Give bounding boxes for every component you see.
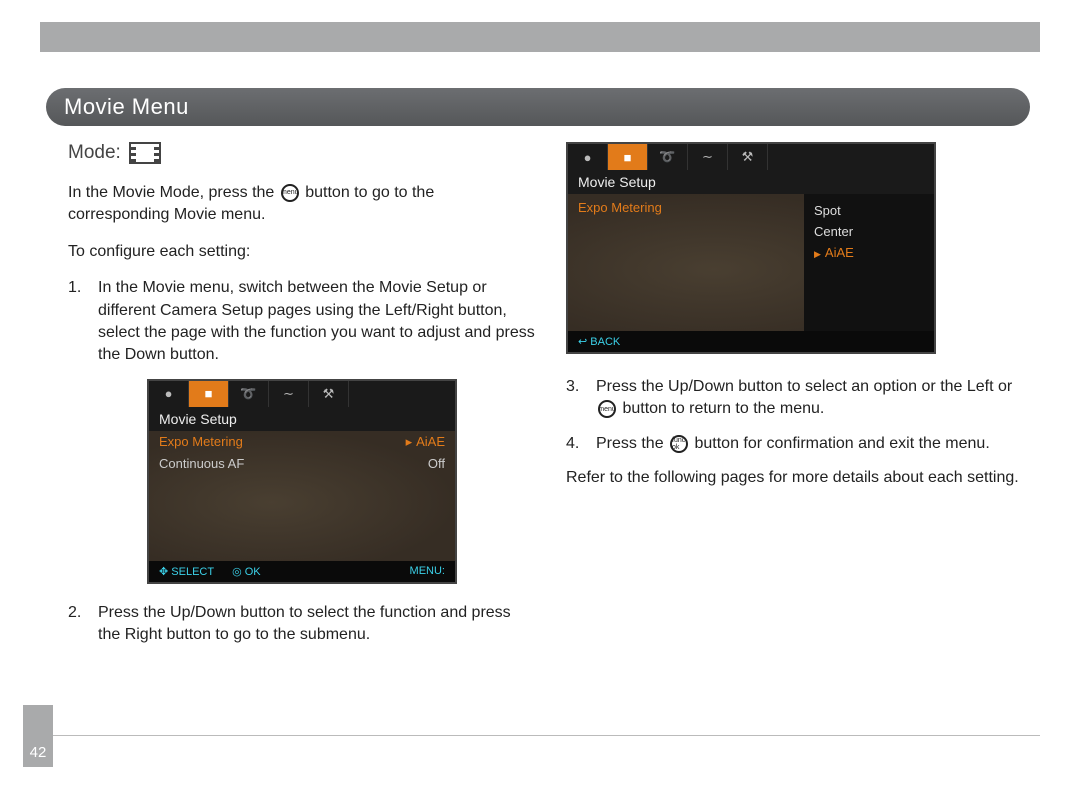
cam2-row-expo: Expo Metering xyxy=(578,200,794,215)
step-text: Press the Up/Down button to select the f… xyxy=(98,604,511,643)
step4-after: button for confirmation and exit the men… xyxy=(690,435,990,452)
steps-list-left-2: 2. Press the Up/Down button to select th… xyxy=(68,602,536,647)
step-number: 2. xyxy=(68,602,81,624)
step-2: 2. Press the Up/Down button to select th… xyxy=(68,602,536,647)
intro-paragraph: In the Movie Mode, press the menu button… xyxy=(68,182,536,227)
cam1-row-expo: Expo Metering ▸AiAE xyxy=(149,431,455,453)
footer-rule xyxy=(53,735,1040,736)
camera-screenshot-2: ● ■ ➰ ∼ ⚒ Movie Setup Expo Metering Spot… xyxy=(566,142,936,354)
step3-after: button to return to the menu. xyxy=(618,400,824,417)
step-number: 4. xyxy=(566,433,579,455)
cam1-tab-tools-icon: ⚒ xyxy=(309,381,349,407)
left-column: Mode: In the Movie Mode, press the menu … xyxy=(68,142,536,659)
cam2-title: Movie Setup xyxy=(568,170,934,194)
closing-paragraph: Refer to the following pages for more de… xyxy=(566,467,1034,489)
intro-text-before: In the Movie Mode, press the xyxy=(68,184,279,201)
step-text: Press the Up/Down button to select an op… xyxy=(596,378,1012,417)
step-3: 3. Press the Up/Down button to select an… xyxy=(566,376,1034,421)
cam2-tab-tools-icon: ⚒ xyxy=(728,144,768,170)
film-icon xyxy=(129,142,161,164)
cam1-title: Movie Setup xyxy=(149,407,455,431)
cam1-row2-label: Continuous AF xyxy=(159,456,244,471)
step-number: 3. xyxy=(566,376,579,398)
cam2-opt-spot: Spot xyxy=(814,200,924,221)
section-title: Movie Menu xyxy=(64,94,189,120)
cam1-foot-select: ✥ SELECT xyxy=(159,565,214,578)
cam2-tab-camera-icon: ● xyxy=(568,144,608,170)
cam1-tab-wrench-icon: ➰ xyxy=(229,381,269,407)
cam2-body: Expo Metering Spot Center AiAE xyxy=(568,194,934,331)
mode-row: Mode: xyxy=(68,142,536,164)
steps-list-left: 1. In the Movie menu, switch between the… xyxy=(68,277,536,367)
right-column: ● ■ ➰ ∼ ⚒ Movie Setup Expo Metering Spot… xyxy=(566,142,1034,659)
cam2-tab-wave-icon: ∼ xyxy=(688,144,728,170)
cam2-opt-aiae: AiAE xyxy=(814,242,924,263)
camera-screenshot-1: ● ■ ➰ ∼ ⚒ Movie Setup Expo Metering ▸AiA… xyxy=(147,379,457,584)
cam1-row1-label: Expo Metering xyxy=(159,434,243,450)
step4-before: Press the xyxy=(596,435,668,452)
mode-label: Mode: xyxy=(68,142,121,164)
cam2-tab-movie-icon: ■ xyxy=(608,144,648,170)
step-1: 1. In the Movie menu, switch between the… xyxy=(68,277,536,367)
cam2-row-label: Expo Metering xyxy=(578,200,662,215)
step-text: Press the func ok button for confirmatio… xyxy=(596,435,990,452)
configure-heading: To configure each setting: xyxy=(68,241,536,263)
content-columns: Mode: In the Movie Mode, press the menu … xyxy=(68,142,1034,659)
cam2-opt-center: Center xyxy=(814,221,924,242)
step-number: 1. xyxy=(68,277,81,299)
menu-button-icon: menu xyxy=(281,184,299,202)
menu-button-icon: menu xyxy=(598,400,616,418)
cam1-tab-camera-icon: ● xyxy=(149,381,189,407)
step3-before: Press the Up/Down button to select an op… xyxy=(596,378,1012,395)
page-number-box: 42 xyxy=(23,705,53,767)
cam1-row1-value: ▸AiAE xyxy=(406,434,445,450)
cam2-tab-wrench-icon: ➰ xyxy=(648,144,688,170)
page-number: 42 xyxy=(30,744,47,761)
cam1-tabs: ● ■ ➰ ∼ ⚒ xyxy=(149,381,455,407)
header-bar xyxy=(40,22,1040,52)
cam1-tab-movie-icon: ■ xyxy=(189,381,229,407)
cam2-options-panel: Spot Center AiAE xyxy=(804,194,934,331)
cam2-back: ↩ BACK xyxy=(568,331,934,352)
cam1-tab-wave-icon: ∼ xyxy=(269,381,309,407)
cam1-row-caf: Continuous AF Off xyxy=(149,453,455,474)
cam2-tabs: ● ■ ➰ ∼ ⚒ xyxy=(568,144,934,170)
cam1-footer: ✥ SELECT ◎ OK MENU: xyxy=(149,561,455,582)
cam1-body: Expo Metering ▸AiAE Continuous AF Off xyxy=(149,431,455,561)
section-title-pill: Movie Menu xyxy=(46,88,1030,126)
cam1-row2-value: Off xyxy=(428,456,445,471)
step-4: 4. Press the func ok button for confirma… xyxy=(566,433,1034,455)
steps-list-right: 3. Press the Up/Down button to select an… xyxy=(566,376,1034,455)
cam1-foot-menu: MENU: xyxy=(410,565,445,578)
step-text: In the Movie menu, switch between the Mo… xyxy=(98,279,535,363)
cam2-left-panel: Expo Metering xyxy=(568,194,804,331)
func-ok-button-icon: func ok xyxy=(670,435,688,453)
cam1-foot-ok: ◎ OK xyxy=(232,565,261,578)
